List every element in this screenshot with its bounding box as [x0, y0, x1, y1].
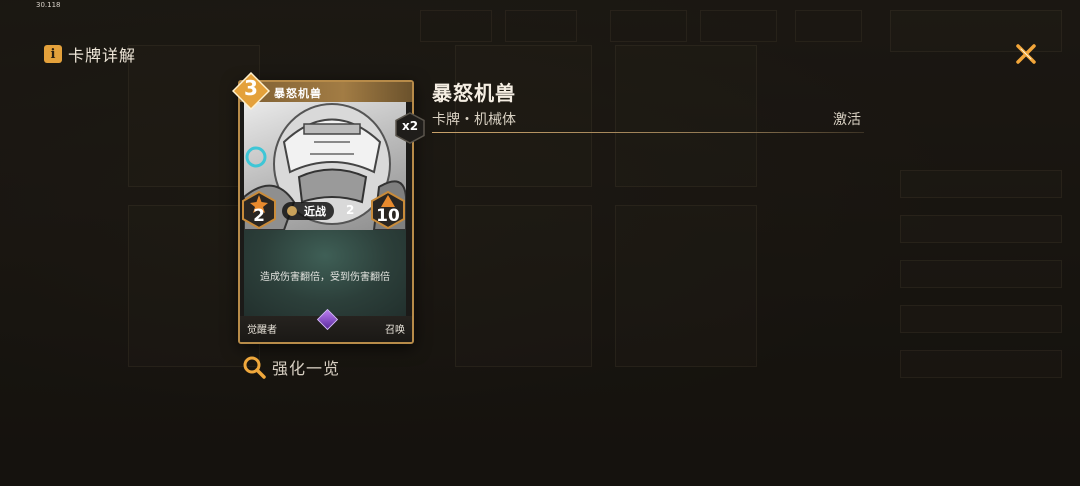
fist-icon — [287, 206, 297, 216]
detail-card-name: 暴怒机兽 — [432, 81, 516, 105]
card-description: 造成伤害翻倍，受到伤害翻倍 — [260, 272, 390, 283]
enhance-overview-label: 强化一览 — [272, 359, 341, 378]
close-button[interactable] — [1012, 40, 1040, 68]
melee-keyword-chip: 近战 — [282, 202, 334, 220]
attack-times: 2 — [346, 203, 355, 217]
health-value: 10 — [376, 206, 400, 226]
enhance-overview-button[interactable]: 强化一览 — [242, 355, 340, 379]
close-icon — [1016, 44, 1036, 64]
detail-status: 激活 — [833, 112, 861, 128]
card-cost: 3 — [244, 76, 258, 100]
health-stat: 10 — [371, 190, 405, 230]
attack-stat: 2 — [242, 190, 276, 230]
card-count: x2 — [401, 119, 419, 133]
divider — [432, 132, 864, 133]
fps-readout: 30.118 — [36, 1, 61, 9]
detail-card-category: 卡牌・机械体 — [432, 112, 516, 128]
attack-value: 2 — [253, 206, 265, 226]
card-faction: 觉醒者 — [247, 325, 277, 336]
card-kind: 召唤 — [385, 325, 405, 336]
modal-backdrop[interactable] — [0, 0, 1080, 486]
melee-keyword: 近战 — [304, 205, 326, 218]
info-icon: i — [44, 45, 62, 63]
search-icon — [243, 356, 266, 379]
card-name: 暴怒机兽 — [274, 87, 322, 100]
panel-header: i 卡牌详解 — [44, 42, 136, 66]
page-title: 卡牌详解 — [68, 46, 137, 65]
